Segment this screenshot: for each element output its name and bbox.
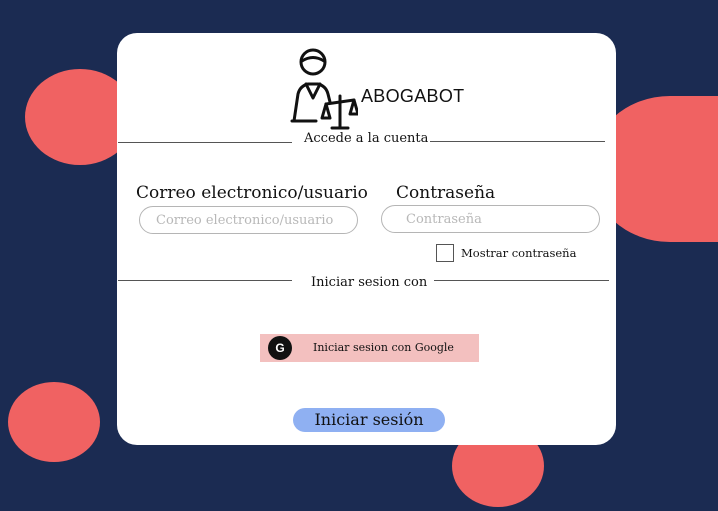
- alt-signin-heading: Iniciar sesion con: [311, 275, 428, 290]
- divider: [430, 141, 605, 142]
- brand-name: ABOGABOT: [361, 86, 465, 106]
- google-signin-label: Iniciar sesion con Google: [313, 341, 454, 354]
- password-label: Contraseña: [396, 183, 496, 203]
- google-signin-button[interactable]: G Iniciar sesion con Google: [260, 334, 479, 362]
- password-field[interactable]: [381, 205, 600, 233]
- login-heading: Accede a la cuenta: [304, 131, 429, 146]
- divider: [118, 142, 292, 143]
- decorative-blob: [8, 382, 100, 462]
- show-password-label: Mostrar contraseña: [461, 246, 577, 260]
- divider: [434, 280, 609, 281]
- login-submit-button[interactable]: Iniciar sesión: [293, 408, 445, 432]
- show-password-checkbox[interactable]: [436, 244, 454, 262]
- divider: [118, 280, 292, 281]
- google-icon: G: [268, 336, 292, 360]
- lawyer-scales-icon: [290, 48, 358, 130]
- email-label: Correo electronico/usuario: [136, 183, 368, 203]
- email-field[interactable]: [139, 206, 358, 234]
